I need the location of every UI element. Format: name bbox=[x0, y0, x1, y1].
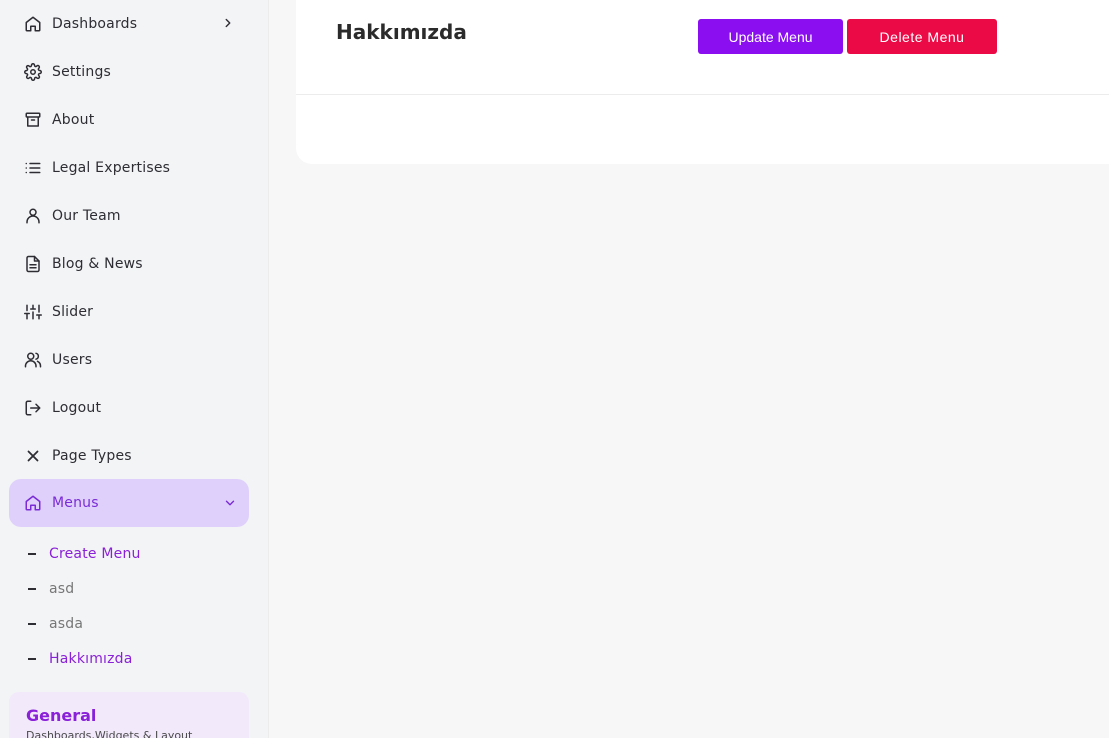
sliders-icon bbox=[24, 303, 42, 321]
submenu-item-label: Hakkımızda bbox=[49, 651, 133, 667]
submenu-item-asda[interactable]: asda bbox=[24, 612, 83, 636]
dash-icon bbox=[28, 658, 36, 660]
sidebar: Dashboards Settings About Legal Expertis… bbox=[0, 0, 269, 738]
sidebar-item-label: Legal Expertises bbox=[52, 160, 171, 176]
sidebar-item-label: Dashboards bbox=[52, 16, 138, 32]
sidebar-item-label: Menus bbox=[52, 495, 99, 511]
sidebar-item-menus[interactable]: Menus bbox=[9, 479, 249, 527]
sidebar-item-label: Our Team bbox=[52, 208, 121, 224]
menu-detail-card: Hakkımızda Update Menu Delete Menu bbox=[296, 0, 1109, 164]
update-menu-button[interactable]: Update Menu bbox=[698, 19, 843, 54]
document-icon bbox=[24, 255, 42, 273]
general-section-card: General Dashboards,Widgets & Layout bbox=[9, 692, 249, 738]
general-section-title: General bbox=[26, 706, 97, 725]
sidebar-item-label: Users bbox=[52, 352, 93, 368]
submenu-item-label: Create Menu bbox=[49, 546, 141, 562]
sidebar-item-dashboards[interactable]: Dashboards bbox=[9, 0, 249, 48]
sidebar-item-label: Settings bbox=[52, 64, 112, 80]
dash-icon bbox=[28, 588, 36, 590]
sidebar-item-legal-expertises[interactable]: Legal Expertises bbox=[9, 144, 249, 192]
submenu-item-hakkimizda[interactable]: Hakkımızda bbox=[24, 647, 133, 671]
sidebar-item-our-team[interactable]: Our Team bbox=[9, 192, 249, 240]
dash-icon bbox=[28, 623, 36, 625]
chevron-down-icon bbox=[223, 496, 237, 510]
sidebar-item-logout[interactable]: Logout bbox=[9, 384, 249, 432]
logout-icon bbox=[24, 399, 42, 417]
users-icon bbox=[24, 351, 42, 369]
x-icon bbox=[24, 447, 42, 465]
user-icon bbox=[24, 207, 42, 225]
sidebar-item-label: Blog & News bbox=[52, 256, 143, 272]
sidebar-item-about[interactable]: About bbox=[9, 96, 249, 144]
submenu-item-label: asda bbox=[49, 616, 84, 632]
card-divider bbox=[296, 94, 1109, 95]
submenu-item-create-menu[interactable]: Create Menu bbox=[24, 542, 141, 566]
list-icon bbox=[24, 159, 42, 177]
home-icon bbox=[24, 494, 42, 512]
submenu-item-asd[interactable]: asd bbox=[24, 577, 74, 601]
sidebar-item-blog-news[interactable]: Blog & News bbox=[9, 240, 249, 288]
archive-icon bbox=[24, 111, 42, 129]
sidebar-item-slider[interactable]: Slider bbox=[9, 288, 249, 336]
submenu-item-label: asd bbox=[49, 581, 75, 597]
general-section-subtitle: Dashboards,Widgets & Layout bbox=[26, 729, 193, 738]
sidebar-item-label: Logout bbox=[52, 400, 102, 416]
sidebar-item-settings[interactable]: Settings bbox=[9, 48, 249, 96]
page-title: Hakkımızda bbox=[336, 20, 467, 44]
sidebar-item-label: About bbox=[52, 112, 95, 128]
sidebar-item-label: Slider bbox=[52, 304, 94, 320]
dash-icon bbox=[28, 553, 36, 555]
sidebar-item-page-types[interactable]: Page Types bbox=[9, 432, 249, 480]
sidebar-item-users[interactable]: Users bbox=[9, 336, 249, 384]
home-icon bbox=[24, 15, 42, 33]
gear-icon bbox=[24, 63, 42, 81]
delete-menu-button[interactable]: Delete Menu bbox=[847, 19, 997, 54]
sidebar-item-label: Page Types bbox=[52, 448, 132, 464]
chevron-right-icon bbox=[221, 16, 235, 30]
